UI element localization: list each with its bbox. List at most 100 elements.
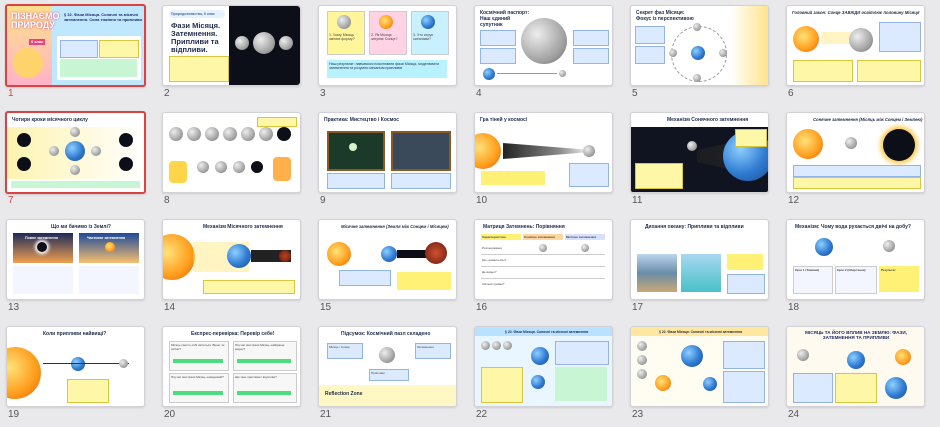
slide-thumbnail[interactable]: Механізм Місячного затемнення [162, 219, 301, 300]
slide-title: § 22. Фази Місяця. Сонячні та місячні за… [505, 330, 589, 334]
slide-22[interactable]: § 22. Фази Місяця. Сонячні та місячні за… [472, 324, 625, 427]
matrix-row-4: Скільки триває? [482, 282, 505, 286]
slide-sorter-grid: ПІЗНАЄМО ПРИРОДУ § 22. Фази Місяця. Соня… [0, 0, 940, 422]
slide-thumbnail[interactable]: Експрес-перевірка: Перевір себе! Місяць … [162, 326, 301, 407]
slide-11[interactable]: Механізм Сонячного затемнення 11 [628, 110, 781, 213]
slide-title: ПІЗНАЄМО ПРИРОДУ [11, 11, 60, 30]
slide-3[interactable]: 1. Чому Місяць змінює форму? 2. Як Місяц… [316, 3, 469, 106]
card-3-text: 3. Хто керує океанами? [413, 33, 434, 42]
slide-title: Механізм: Чому вода рухається двічі на д… [795, 224, 911, 230]
slide-number: 23 [632, 409, 644, 420]
slide-thumbnail[interactable]: Природознавство, 6 клас Фази Місяця. Зат… [162, 5, 301, 86]
total-eclipse-label: Повне затемнення [25, 236, 58, 240]
slide-thumbnail[interactable]: Гра тіней у космосі [474, 112, 613, 193]
slide-8[interactable]: 8 [160, 110, 313, 213]
slide-number: 10 [476, 195, 488, 206]
matrix-header-1: Характеристика [482, 235, 506, 239]
slide-title: Космічний паспорт: Наш єдиний супутник [480, 10, 530, 28]
slide-number: 22 [476, 409, 488, 420]
slide-number: 8 [164, 195, 170, 206]
slide-title: § 22. Фази Місяця. Сонячні та місячні за… [659, 330, 743, 334]
slide-thumbnail[interactable]: Підсумок: Космічний пазл складено Місяць… [318, 326, 457, 407]
slide-19[interactable]: Коли припливи найвищі? 19 [4, 324, 157, 427]
slide-thumbnail[interactable]: Місячне затемнення (Земля між Сонцем і М… [318, 219, 457, 300]
slide-number: 15 [320, 302, 332, 313]
slide-thumbnail[interactable]: Механізм Сонячного затемнення [630, 112, 769, 193]
step-2-label: Крок 2 (Обертання) [837, 268, 866, 272]
slide-number: 14 [164, 302, 176, 313]
slide-24[interactable]: МІСЯЦЬ ТА ЙОГО ВПЛИВ НА ЗЕМЛЮ: ФАЗИ, ЗАТ… [784, 324, 937, 427]
slide-title: Дихання океану: Припливи та відпливи [645, 224, 744, 230]
summary-node-2: Затемнення [417, 345, 434, 349]
slide-thumbnail[interactable]: Що ми бачимо із Землі? Повне затемнення … [6, 219, 145, 300]
slide-10[interactable]: Гра тіней у космосі 10 [472, 110, 625, 213]
slide-number: 17 [632, 302, 644, 313]
slide-title: Механізм Сонячного затемнення [667, 117, 749, 123]
slide-23[interactable]: § 22. Фази Місяця. Сонячні та місячні за… [628, 324, 781, 427]
slide-thumbnail[interactable]: ПІЗНАЄМО ПРИРОДУ § 22. Фази Місяця. Соня… [5, 4, 146, 87]
slide-4[interactable]: Космічний паспорт: Наш єдиний супутник 4 [472, 3, 625, 106]
summary-node-1: Місяць і Сонце [329, 345, 350, 349]
summary-node-3: Припливи [371, 371, 385, 375]
slide-thumbnail[interactable]: Практика: Мистецтво і Космос [318, 112, 457, 193]
slide-thumbnail[interactable]: Механізм: Чому вода рухається двічі на д… [786, 219, 925, 300]
quiz-question-3: Під час якої фази Місяць невидимий? [171, 375, 224, 379]
matrix-row-1: Розташування [482, 246, 502, 250]
slide-17[interactable]: Дихання океану: Припливи та відпливи 17 [628, 217, 781, 320]
slide-thumbnail[interactable]: 1. Чому Місяць змінює форму? 2. Як Місяц… [318, 5, 457, 86]
slide-21[interactable]: Підсумок: Космічний пазл складено Місяць… [316, 324, 469, 427]
slide-title: Головний закон: Сонце ЗАВЖДИ освітлює по… [792, 10, 920, 15]
slide-16[interactable]: Матриця Затемнень: Порівняння Характерис… [472, 217, 625, 320]
slide-title: Підсумок: Космічний пазл складено [341, 331, 431, 337]
step-1-label: Крок 1 (Тяжіння) [795, 268, 820, 272]
slide-6[interactable]: Головний закон: Сонце ЗАВЖДИ освітлює по… [784, 3, 937, 106]
slide-9[interactable]: Практика: Мистецтво і Космос 9 [316, 110, 469, 213]
result-text: Наш результат: навчимося пояснювати фази… [329, 62, 439, 71]
slide-thumbnail[interactable] [162, 112, 301, 193]
slide-thumbnail[interactable]: Космічний паспорт: Наш єдиний супутник [474, 5, 613, 86]
slide-number: 20 [164, 409, 176, 420]
slide-number: 24 [788, 409, 800, 420]
quiz-question-4: Що таке припливи і відпливи? [235, 375, 277, 379]
slide-thumbnail[interactable]: § 22. Фази Місяця. Сонячні та місячні за… [474, 326, 613, 407]
slide-thumbnail[interactable]: Коли припливи найвищі? [6, 326, 145, 407]
slide-7[interactable]: Чотири кроки місячного циклу 7 [4, 110, 157, 213]
matrix-header-2: Сонячне затемнення [524, 235, 555, 239]
card-2-text: 2. Як Місяць затуляє Сонце? [371, 33, 398, 42]
slide-title: МІСЯЦЬ ТА ЙОГО ВПЛИВ НА ЗЕМЛЮ: ФАЗИ, ЗАТ… [805, 330, 907, 341]
slide-number: 1 [8, 88, 14, 99]
slide-1[interactable]: ПІЗНАЄМО ПРИРОДУ § 22. Фази Місяця. Соня… [4, 3, 157, 106]
slide-number: 13 [8, 302, 20, 313]
slide-thumbnail[interactable]: Матриця Затемнень: Порівняння Характерис… [474, 219, 613, 300]
slide-thumbnail[interactable]: § 22. Фази Місяця. Сонячні та місячні за… [630, 326, 769, 407]
slide-title: Що ми бачимо із Землі? [51, 224, 111, 230]
slide-12[interactable]: Сонячне затемнення (Місяць між Сонцем і … [784, 110, 937, 213]
slide-5[interactable]: Секрет фаз Місяця: Фокус із перспективою… [628, 3, 781, 106]
slide-15[interactable]: Місячне затемнення (Земля між Сонцем і М… [316, 217, 469, 320]
slide-14[interactable]: Механізм Місячного затемнення 14 [160, 217, 313, 320]
slide-thumbnail[interactable]: Головний закон: Сонце ЗАВЖДИ освітлює по… [786, 5, 925, 86]
slide-title: Місячне затемнення (Земля між Сонцем і М… [341, 224, 449, 229]
slide-number: 6 [788, 88, 794, 99]
slide-thumbnail[interactable]: Сонячне затемнення (Місяць між Сонцем і … [786, 112, 925, 193]
mascot-illustration [169, 161, 187, 183]
slide-tag: Природознавство, 6 клас [171, 12, 215, 16]
slide-number: 19 [8, 409, 20, 420]
slide-thumbnail[interactable]: Секрет фаз Місяця: Фокус із перспективою [630, 5, 769, 86]
slide-thumbnail[interactable]: МІСЯЦЬ ТА ЙОГО ВПЛИВ НА ЗЕМЛЮ: ФАЗИ, ЗАТ… [786, 326, 925, 407]
slide-number: 7 [8, 195, 14, 206]
slide-title: Коли припливи найвищі? [43, 331, 107, 337]
slide-2[interactable]: Природознавство, 6 клас Фази Місяця. Зат… [160, 3, 313, 106]
slide-18[interactable]: Механізм: Чому вода рухається двічі на д… [784, 217, 937, 320]
slide-title: Експрес-перевірка: Перевір себе! [191, 331, 275, 337]
slide-13[interactable]: Що ми бачимо із Землі? Повне затемнення … [4, 217, 157, 320]
slide-20[interactable]: Експрес-перевірка: Перевір себе! Місяць … [160, 324, 313, 427]
slide-title: Механізм Місячного затемнення [203, 224, 283, 230]
matrix-header-3: Місячне затемнення [566, 235, 597, 239]
slide-thumbnail[interactable]: Чотири кроки місячного циклу [5, 111, 146, 194]
card-1-text: 1. Чому Місяць змінює форму? [329, 33, 355, 42]
matrix-row-2: Що «ховається»? [482, 258, 507, 262]
slide-number: 12 [788, 195, 800, 206]
slide-thumbnail[interactable]: Дихання океану: Припливи та відпливи [630, 219, 769, 300]
slide-title: Матриця Затемнень: Порівняння [483, 224, 565, 230]
